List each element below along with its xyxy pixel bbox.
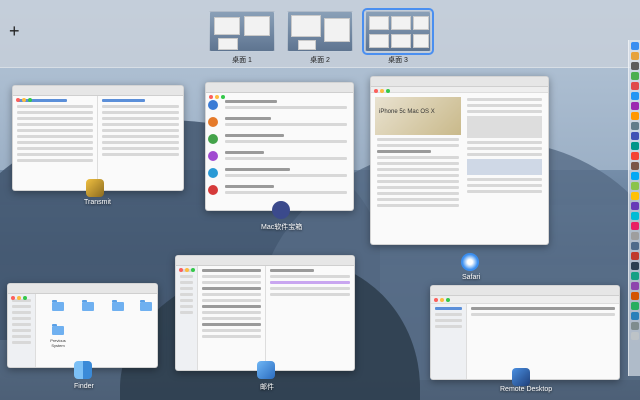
dock-app-icon[interactable] xyxy=(630,262,639,270)
dock-app-icon[interactable] xyxy=(630,172,639,180)
safari-app-icon xyxy=(461,253,479,271)
remote-desktop-app-icon xyxy=(512,368,530,386)
dock-app-icon[interactable] xyxy=(630,42,639,50)
dock-app-icon[interactable] xyxy=(630,62,639,70)
dock-app-icon[interactable] xyxy=(630,152,639,160)
dock-app-icon[interactable] xyxy=(630,52,639,60)
add-space-button[interactable]: + xyxy=(9,22,20,40)
app-label-mac-software-box: Mac软件宝箱 xyxy=(261,224,303,231)
mac-software-box-app-icon xyxy=(272,201,290,219)
safari-headline: iPhone 5c Mac OS X xyxy=(379,109,435,115)
app-label-remote-desktop: Remote Desktop xyxy=(500,386,553,393)
dock-app-icon[interactable] xyxy=(630,112,639,120)
dock-app-icon[interactable] xyxy=(630,292,639,300)
dock-app-icon[interactable] xyxy=(630,182,639,190)
dock-app-icon[interactable] xyxy=(630,142,639,150)
dock-app-icon[interactable] xyxy=(630,212,639,220)
app-label-mail: 邮件 xyxy=(260,384,274,391)
app-label-finder: Finder xyxy=(74,383,94,390)
dock-app-icon[interactable] xyxy=(630,122,639,130)
space-label: 桌面 1 xyxy=(232,57,252,64)
window-safari[interactable]: iPhone 5c Mac OS X xyxy=(370,76,549,245)
dock-app-icon[interactable] xyxy=(630,312,639,320)
space-thumbnail-1[interactable]: 桌面 1 xyxy=(209,11,275,64)
dock-app-icon[interactable] xyxy=(630,272,639,280)
dock-app-icon[interactable] xyxy=(630,242,639,250)
finder-folder-label: Previous System xyxy=(50,338,66,348)
space-thumbnail-3[interactable]: 桌面 3 xyxy=(362,8,434,64)
dock-app-icon[interactable] xyxy=(630,92,639,100)
window-finder[interactable]: Previous System xyxy=(7,283,158,368)
dock-app-icon[interactable] xyxy=(630,72,639,80)
dock-app-icon[interactable] xyxy=(630,222,639,230)
window-mac-software-box[interactable] xyxy=(205,82,354,211)
window-mail[interactable] xyxy=(175,255,355,371)
app-label-transmit: Transmit xyxy=(84,199,111,206)
dock-app-icon[interactable] xyxy=(630,82,639,90)
dock-app-icon[interactable] xyxy=(630,252,639,260)
dock-app-icon[interactable] xyxy=(630,302,639,310)
dock-app-icon[interactable] xyxy=(630,322,639,330)
dock-app-icon[interactable] xyxy=(630,132,639,140)
dock-app-icon[interactable] xyxy=(630,282,639,290)
mail-app-icon xyxy=(257,361,275,379)
dock-app-icon[interactable] xyxy=(630,192,639,200)
space-label: 桌面 3 xyxy=(388,57,408,64)
finder-app-icon xyxy=(74,361,92,379)
spaces-bar: + 桌面 1 桌面 2 桌面 3 xyxy=(0,0,640,68)
space-thumbnail-2[interactable]: 桌面 2 xyxy=(287,11,353,64)
app-label-safari: Safari xyxy=(462,274,481,281)
dock-app-icon[interactable] xyxy=(630,232,639,240)
space-label: 桌面 2 xyxy=(310,57,330,64)
dock-app-icon[interactable] xyxy=(630,162,639,170)
dock xyxy=(628,40,640,376)
dock-app-icon[interactable] xyxy=(630,102,639,110)
transmit-app-icon xyxy=(86,179,104,197)
window-transmit[interactable] xyxy=(12,85,184,191)
dock-app-icon[interactable] xyxy=(630,202,639,210)
window-remote-desktop[interactable] xyxy=(430,285,620,380)
trash-icon[interactable] xyxy=(630,332,639,340)
